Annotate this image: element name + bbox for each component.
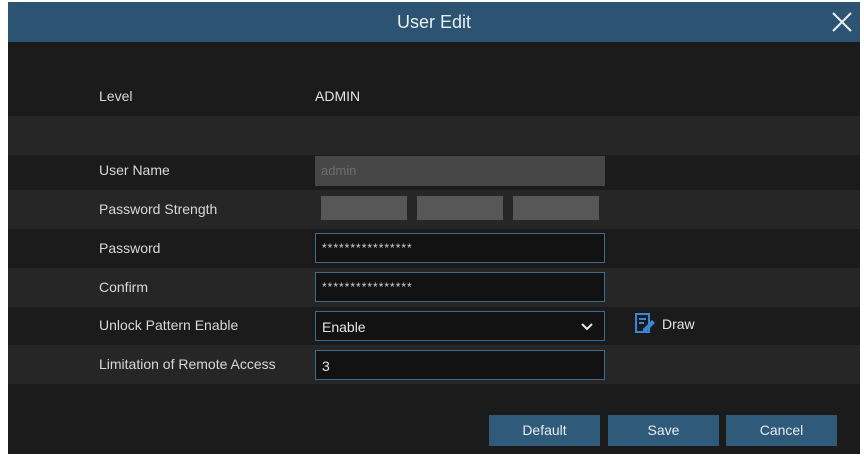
unlock-pattern-label: Unlock Pattern Enable xyxy=(99,317,239,333)
user-edit-dialog: User Edit Level ADMIN User Name admin Pa… xyxy=(8,2,860,454)
chevron-down-icon xyxy=(581,323,593,331)
remote-access-row: Limitation of Remote Access 3 xyxy=(8,345,860,384)
edit-pattern-icon xyxy=(635,313,655,333)
username-field: admin xyxy=(315,156,605,186)
dialog-title: User Edit xyxy=(396,12,472,32)
default-button[interactable]: Default xyxy=(489,415,600,446)
dialog-titlebar: User Edit xyxy=(8,2,860,42)
draw-pattern-button[interactable]: Draw xyxy=(634,307,695,341)
password-row: Password **************** xyxy=(8,229,860,268)
strength-bar-2 xyxy=(417,196,503,220)
confirm-row: Confirm **************** xyxy=(8,268,860,307)
password-strength-label: Password Strength xyxy=(99,201,218,217)
save-button[interactable]: Save xyxy=(608,415,719,446)
username-row: User Name admin xyxy=(8,151,860,190)
strength-bar-3 xyxy=(513,196,599,220)
level-row: Level ADMIN xyxy=(8,77,860,116)
unlock-pattern-row: Unlock Pattern Enable Enable Draw xyxy=(8,307,860,346)
strength-bar-1 xyxy=(321,196,407,220)
confirm-field[interactable]: **************** xyxy=(315,272,605,302)
cancel-button[interactable]: Cancel xyxy=(726,415,837,446)
password-field[interactable]: **************** xyxy=(315,233,605,263)
close-icon[interactable] xyxy=(828,8,856,36)
level-value: ADMIN xyxy=(315,88,361,104)
remote-access-label: Limitation of Remote Access xyxy=(99,356,276,372)
level-label: Level xyxy=(99,88,133,104)
unlock-pattern-value: Enable xyxy=(322,319,366,335)
username-label: User Name xyxy=(99,162,170,178)
password-label: Password xyxy=(99,240,161,256)
confirm-label: Confirm xyxy=(99,279,149,295)
draw-label: Draw xyxy=(662,316,695,332)
password-strength-row: Password Strength xyxy=(8,190,860,229)
spacer-row xyxy=(8,116,860,155)
remote-access-input[interactable]: 3 xyxy=(315,350,605,380)
unlock-pattern-select[interactable]: Enable xyxy=(315,311,605,341)
